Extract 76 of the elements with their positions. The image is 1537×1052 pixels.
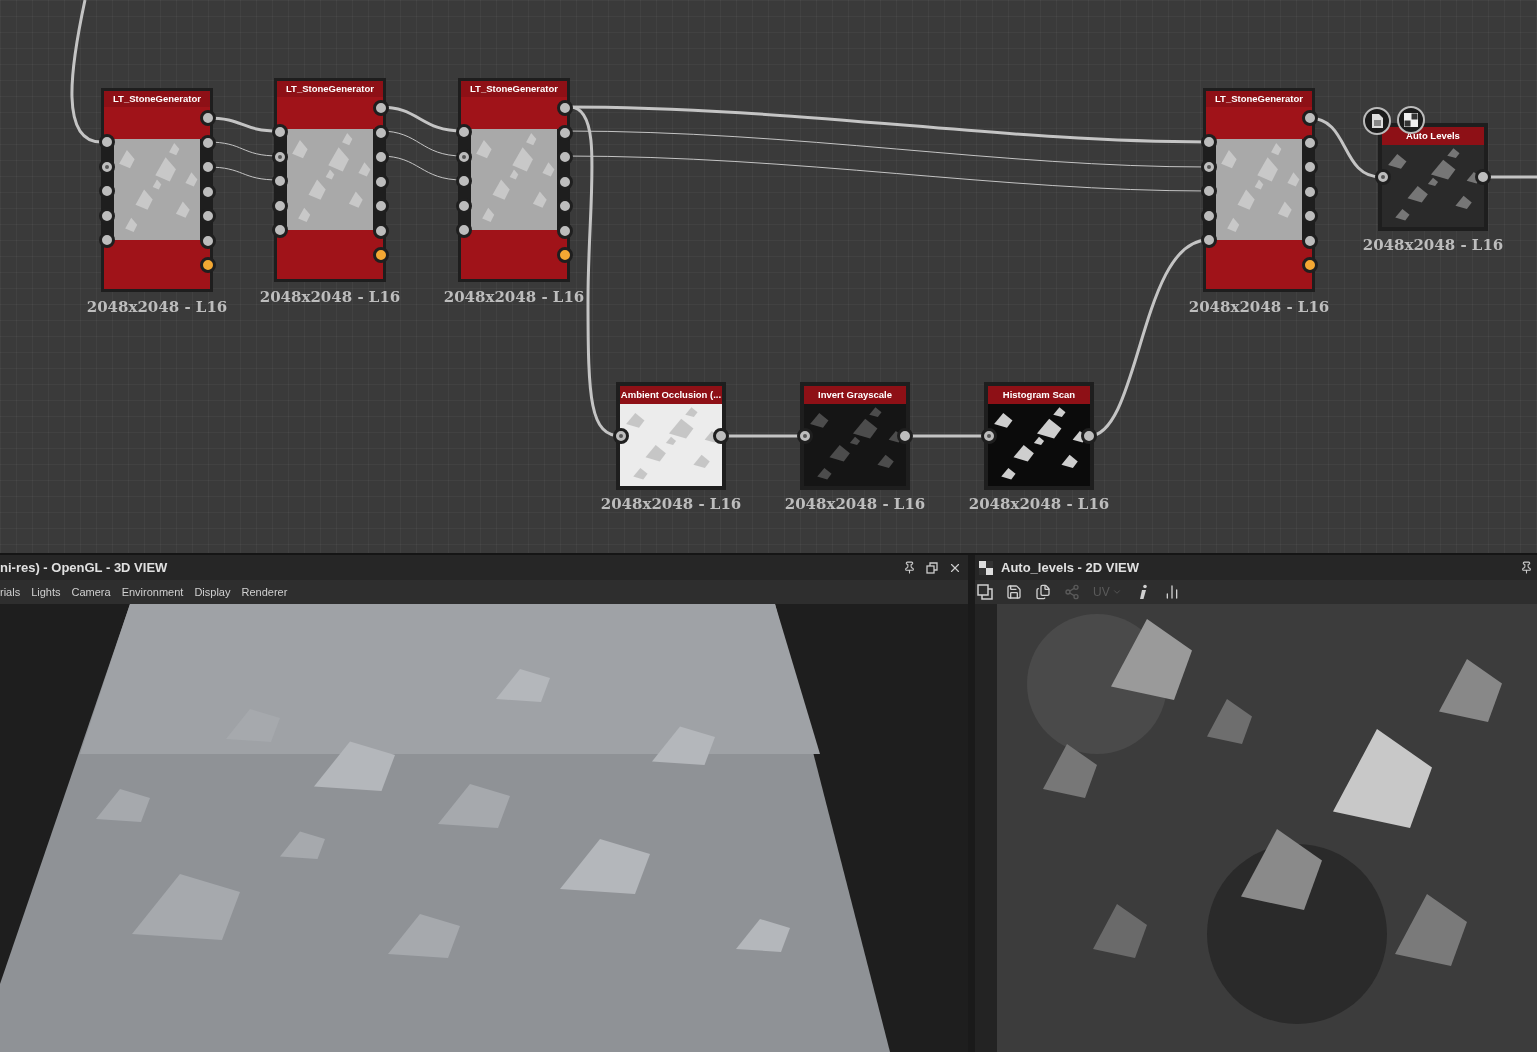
port-icon[interactable]: [99, 232, 115, 248]
graph-node[interactable]: Invert Grayscale: [800, 382, 910, 490]
port-icon[interactable]: [272, 124, 288, 140]
port-icon[interactable]: [557, 247, 573, 263]
port-icon[interactable]: [456, 222, 472, 238]
port-icon[interactable]: [1475, 169, 1491, 185]
menu-item[interactable]: Display: [194, 583, 231, 601]
port-icon[interactable]: [1081, 428, 1097, 444]
node-title: Ambient Occlusion (...: [620, 386, 722, 404]
port-icon[interactable]: [1375, 169, 1391, 185]
node-resolution: 2048x2048 - L16: [258, 287, 402, 308]
node-title: LT_StoneGenerator: [1206, 91, 1312, 107]
node-resolution: 2048x2048 - L16: [783, 494, 927, 515]
port-icon[interactable]: [373, 149, 389, 165]
copy-icon[interactable]: [1035, 584, 1051, 600]
node-resolution: 2048x2048 - L16: [85, 297, 229, 318]
graph-node[interactable]: LT_StoneGenerator: [458, 78, 570, 282]
panel-title: ni-res) - OpenGL - 3D VIEW: [0, 558, 168, 577]
graph-node[interactable]: LT_StoneGenerator: [274, 78, 386, 282]
node-resolution: 2048x2048 - L16: [442, 287, 586, 308]
menu-item[interactable]: Camera: [71, 583, 111, 601]
graph-node[interactable]: Histogram Scan: [984, 382, 1094, 490]
node-title: LT_StoneGenerator: [461, 81, 567, 97]
port-icon[interactable]: [272, 222, 288, 238]
port-icon[interactable]: [1302, 159, 1318, 175]
node-resolution: 2048x2048 - L16: [1361, 235, 1505, 256]
document-icon[interactable]: [1363, 107, 1391, 135]
save-icon[interactable]: [1006, 584, 1022, 600]
node-title: Histogram Scan: [988, 386, 1090, 404]
port-icon[interactable]: [200, 110, 216, 126]
port-icon[interactable]: [557, 198, 573, 214]
node-title: Invert Grayscale: [804, 386, 906, 404]
node-resolution: 2048x2048 - L16: [599, 494, 743, 515]
port-icon[interactable]: [456, 173, 472, 189]
graph-node[interactable]: LT_StoneGenerator: [1203, 88, 1315, 292]
menu-item[interactable]: Renderer: [241, 583, 288, 601]
port-icon[interactable]: [373, 100, 389, 116]
port-icon[interactable]: [99, 134, 115, 150]
layers-icon[interactable]: [977, 584, 993, 600]
port-icon[interactable]: [272, 173, 288, 189]
menu-item[interactable]: Lights: [31, 583, 61, 601]
port-icon[interactable]: [200, 159, 216, 175]
pin-icon[interactable]: [1520, 561, 1533, 574]
panel-title: Auto_levels - 2D VIEW: [1001, 558, 1139, 577]
port-icon[interactable]: [456, 124, 472, 140]
port-icon[interactable]: [1302, 110, 1318, 126]
port-icon[interactable]: [557, 100, 573, 116]
port-icon[interactable]: [557, 149, 573, 165]
caret-icon: [1111, 587, 1122, 597]
port-icon[interactable]: [373, 247, 389, 263]
node-title: LT_StoneGenerator: [104, 91, 210, 107]
checker-icon: [979, 560, 993, 575]
graph-node[interactable]: LT_StoneGenerator: [101, 88, 213, 292]
node-resolution: 2048x2048 - L16: [967, 494, 1111, 515]
port-icon[interactable]: [713, 428, 729, 444]
port-icon[interactable]: [373, 198, 389, 214]
port-icon[interactable]: [1201, 134, 1217, 150]
port-icon[interactable]: [1302, 208, 1318, 224]
port-icon[interactable]: [797, 428, 813, 444]
port-icon[interactable]: [200, 208, 216, 224]
graph-node[interactable]: Ambient Occlusion (...: [616, 382, 726, 490]
menu-item[interactable]: rials: [0, 583, 21, 601]
graph-node[interactable]: Auto Levels: [1378, 123, 1488, 231]
port-icon[interactable]: [1302, 257, 1318, 273]
restore-icon[interactable]: [926, 561, 938, 574]
port-icon[interactable]: [981, 428, 997, 444]
port-icon[interactable]: [897, 428, 913, 444]
port-icon[interactable]: [613, 428, 629, 444]
checker-icon[interactable]: [1397, 106, 1425, 134]
menu-item[interactable]: Environment: [121, 583, 184, 601]
port-icon[interactable]: [200, 257, 216, 273]
node-graph-canvas[interactable]: [0, 0, 1537, 553]
node-resolution: 2048x2048 - L16: [1187, 297, 1331, 318]
node-title: LT_StoneGenerator: [277, 81, 383, 97]
port-icon[interactable]: [1201, 232, 1217, 248]
pin-icon[interactable]: [903, 561, 916, 574]
